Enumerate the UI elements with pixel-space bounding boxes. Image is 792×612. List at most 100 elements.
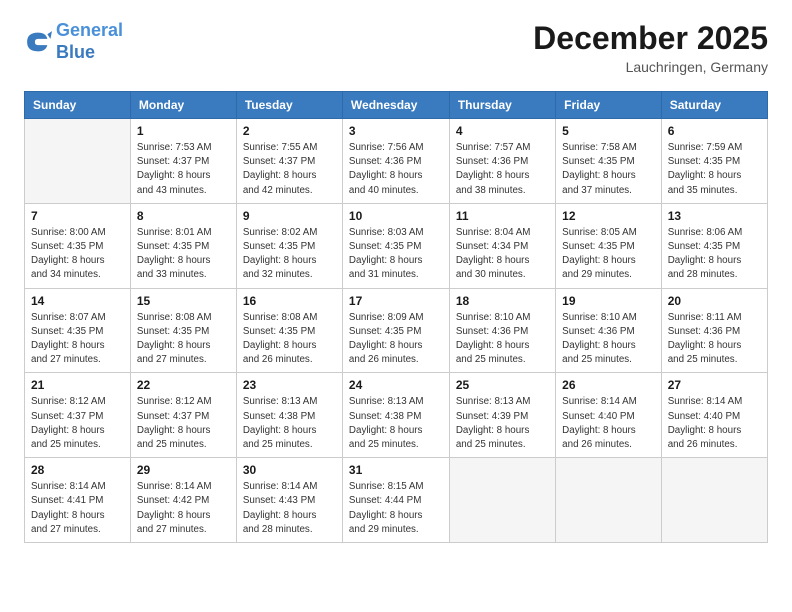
day-number: 1 [137, 124, 230, 138]
logo-text-line2: Blue [56, 42, 123, 64]
day-info: Sunrise: 7:56 AMSunset: 4:36 PMDaylight:… [349, 141, 443, 198]
logo-text-line1: General [56, 20, 123, 42]
calendar-cell: 31Sunrise: 8:15 AMSunset: 4:44 PMDayligh… [342, 458, 449, 543]
calendar-cell: 6 Sunrise: 7:59 AMSunset: 4:35 PMDaylight… [661, 119, 767, 204]
day-number: 27 [668, 378, 761, 392]
calendar-cell: 7 Sunrise: 8:00 AMSunset: 4:35 PMDaylight… [25, 203, 131, 288]
day-number: 29 [137, 463, 230, 477]
day-info: Sunrise: 8:13 AMSunset: 4:38 PMDaylight:… [349, 395, 443, 452]
calendar-cell: 21 Sunrise: 8:12 AMSunset: 4:37 PMDayligh… [25, 373, 131, 458]
day-info: Sunrise: 7:59 AMSunset: 4:35 PMDaylight:… [668, 141, 761, 198]
calendar-cell: 29 Sunrise: 8:14 AMSunset: 4:42 PMDayligh… [130, 458, 236, 543]
day-number: 18 [456, 294, 549, 308]
day-info: Sunrise: 8:14 AMSunset: 4:41 PMDaylight:… [31, 480, 124, 537]
calendar-cell: 1 Sunrise: 7:53 AMSunset: 4:37 PMDaylight… [130, 119, 236, 204]
day-info: Sunrise: 8:12 AMSunset: 4:37 PMDaylight:… [137, 395, 230, 452]
calendar-cell: 2 Sunrise: 7:55 AMSunset: 4:37 PMDaylight… [236, 119, 342, 204]
calendar-cell: 14 Sunrise: 8:07 AMSunset: 4:35 PMDayligh… [25, 288, 131, 373]
day-number: 6 [668, 124, 761, 138]
day-number: 5 [562, 124, 655, 138]
day-info: Sunrise: 8:01 AMSunset: 4:35 PMDaylight:… [137, 226, 230, 283]
day-info: Sunrise: 7:53 AMSunset: 4:37 PMDaylight:… [137, 141, 230, 198]
day-number: 4 [456, 124, 549, 138]
day-number: 28 [31, 463, 124, 477]
day-info: Sunrise: 8:12 AMSunset: 4:37 PMDaylight:… [31, 395, 124, 452]
day-info: Sunrise: 8:10 AMSunset: 4:36 PMDaylight:… [456, 311, 549, 368]
calendar-cell: 10 Sunrise: 8:03 AMSunset: 4:35 PMDayligh… [342, 203, 449, 288]
day-info: Sunrise: 8:13 AMSunset: 4:38 PMDaylight:… [243, 395, 336, 452]
week-row-3: 14 Sunrise: 8:07 AMSunset: 4:35 PMDayligh… [25, 288, 768, 373]
weekday-header-sunday: Sunday [25, 92, 131, 119]
day-info: Sunrise: 8:06 AMSunset: 4:35 PMDaylight:… [668, 226, 761, 283]
day-number: 19 [562, 294, 655, 308]
day-info: Sunrise: 8:04 AMSunset: 4:34 PMDaylight:… [456, 226, 549, 283]
calendar-cell: 11Sunrise: 8:04 AMSunset: 4:34 PMDayligh… [449, 203, 555, 288]
day-number: 12 [562, 209, 655, 223]
calendar-cell: 17 Sunrise: 8:09 AMSunset: 4:35 PMDayligh… [342, 288, 449, 373]
day-info: Sunrise: 8:08 AMSunset: 4:35 PMDaylight:… [137, 311, 230, 368]
day-info: Sunrise: 8:00 AMSunset: 4:35 PMDaylight:… [31, 226, 124, 283]
day-number: 14 [31, 294, 124, 308]
day-info: Sunrise: 8:10 AMSunset: 4:36 PMDaylight:… [562, 311, 655, 368]
day-number: 23 [243, 378, 336, 392]
day-info: Sunrise: 8:11 AMSunset: 4:36 PMDaylight:… [668, 311, 761, 368]
calendar-cell: 5 Sunrise: 7:58 AMSunset: 4:35 PMDaylight… [556, 119, 662, 204]
day-number: 30 [243, 463, 336, 477]
day-info: Sunrise: 8:03 AMSunset: 4:35 PMDaylight:… [349, 226, 443, 283]
month-title: December 2025 [533, 20, 768, 57]
day-number: 2 [243, 124, 336, 138]
calendar-cell: 25Sunrise: 8:13 AMSunset: 4:39 PMDayligh… [449, 373, 555, 458]
day-number: 7 [31, 209, 124, 223]
calendar-cell: 12 Sunrise: 8:05 AMSunset: 4:35 PMDayligh… [556, 203, 662, 288]
day-info: Sunrise: 8:09 AMSunset: 4:35 PMDaylight:… [349, 311, 443, 368]
day-info: Sunrise: 8:14 AMSunset: 4:40 PMDaylight:… [562, 395, 655, 452]
day-number: 20 [668, 294, 761, 308]
page-header: General Blue December 2025 Lauchringen, … [24, 20, 768, 75]
calendar-cell: 30Sunrise: 8:14 AMSunset: 4:43 PMDayligh… [236, 458, 342, 543]
calendar-cell: 27Sunrise: 8:14 AMSunset: 4:40 PMDayligh… [661, 373, 767, 458]
calendar-cell: 13 Sunrise: 8:06 AMSunset: 4:35 PMDayligh… [661, 203, 767, 288]
calendar-cell: 16Sunrise: 8:08 AMSunset: 4:35 PMDayligh… [236, 288, 342, 373]
logo: General Blue [24, 20, 123, 63]
weekday-header-friday: Friday [556, 92, 662, 119]
day-number: 21 [31, 378, 124, 392]
day-info: Sunrise: 8:05 AMSunset: 4:35 PMDaylight:… [562, 226, 655, 283]
day-number: 10 [349, 209, 443, 223]
weekday-header-row: SundayMondayTuesdayWednesdayThursdayFrid… [25, 92, 768, 119]
location: Lauchringen, Germany [533, 59, 768, 75]
calendar-cell: 8Sunrise: 8:01 AMSunset: 4:35 PMDaylight… [130, 203, 236, 288]
calendar-cell [449, 458, 555, 543]
day-number: 26 [562, 378, 655, 392]
calendar-cell: 3 Sunrise: 7:56 AMSunset: 4:36 PMDaylight… [342, 119, 449, 204]
week-row-1: 1 Sunrise: 7:53 AMSunset: 4:37 PMDaylight… [25, 119, 768, 204]
calendar-cell: 20 Sunrise: 8:11 AMSunset: 4:36 PMDayligh… [661, 288, 767, 373]
day-info: Sunrise: 8:07 AMSunset: 4:35 PMDaylight:… [31, 311, 124, 368]
calendar-cell: 15 Sunrise: 8:08 AMSunset: 4:35 PMDayligh… [130, 288, 236, 373]
logo-icon [24, 28, 52, 56]
weekday-header-tuesday: Tuesday [236, 92, 342, 119]
calendar-cell [661, 458, 767, 543]
calendar-table: SundayMondayTuesdayWednesdayThursdayFrid… [24, 91, 768, 543]
calendar-cell: 4Sunrise: 7:57 AMSunset: 4:36 PMDaylight… [449, 119, 555, 204]
day-number: 15 [137, 294, 230, 308]
day-number: 24 [349, 378, 443, 392]
calendar-cell: 28 Sunrise: 8:14 AMSunset: 4:41 PMDayligh… [25, 458, 131, 543]
day-info: Sunrise: 8:15 AMSunset: 4:44 PMDaylight:… [349, 480, 443, 537]
week-row-2: 7 Sunrise: 8:00 AMSunset: 4:35 PMDaylight… [25, 203, 768, 288]
week-row-5: 28 Sunrise: 8:14 AMSunset: 4:41 PMDayligh… [25, 458, 768, 543]
weekday-header-wednesday: Wednesday [342, 92, 449, 119]
day-number: 3 [349, 124, 443, 138]
day-info: Sunrise: 8:13 AMSunset: 4:39 PMDaylight:… [456, 395, 549, 452]
day-info: Sunrise: 8:14 AMSunset: 4:42 PMDaylight:… [137, 480, 230, 537]
calendar-cell [556, 458, 662, 543]
day-number: 22 [137, 378, 230, 392]
calendar-cell [25, 119, 131, 204]
calendar-cell: 9Sunrise: 8:02 AMSunset: 4:35 PMDaylight… [236, 203, 342, 288]
day-number: 17 [349, 294, 443, 308]
day-info: Sunrise: 7:58 AMSunset: 4:35 PMDaylight:… [562, 141, 655, 198]
weekday-header-monday: Monday [130, 92, 236, 119]
day-number: 13 [668, 209, 761, 223]
calendar-cell: 23 Sunrise: 8:13 AMSunset: 4:38 PMDayligh… [236, 373, 342, 458]
calendar-cell: 24 Sunrise: 8:13 AMSunset: 4:38 PMDayligh… [342, 373, 449, 458]
day-info: Sunrise: 7:55 AMSunset: 4:37 PMDaylight:… [243, 141, 336, 198]
